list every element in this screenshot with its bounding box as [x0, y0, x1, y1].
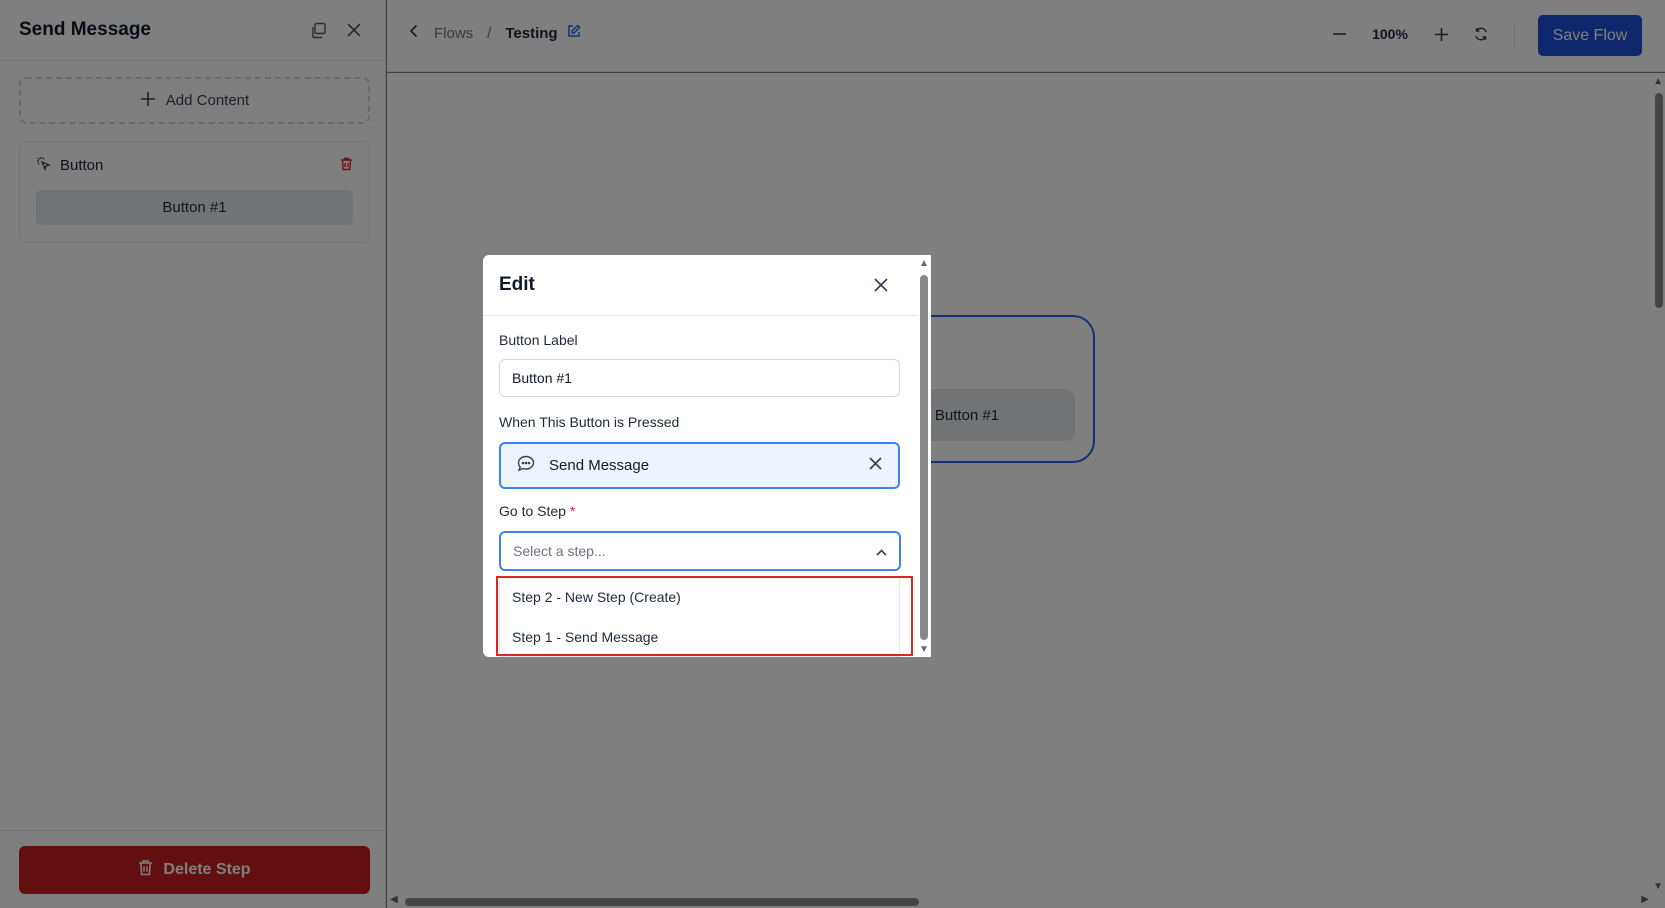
modal-scroll-thumb[interactable]: [920, 275, 928, 640]
button-label-label: Button Label: [499, 332, 578, 348]
go-to-step-label: Go to Step *: [499, 503, 575, 519]
scroll-up-icon[interactable]: ▲: [919, 259, 929, 269]
dropdown-highlight-box: [496, 576, 913, 656]
modal-title: Edit: [499, 274, 535, 295]
scroll-down-icon[interactable]: ▼: [919, 645, 929, 655]
modal-scrollbar[interactable]: ▲ ▼: [917, 255, 931, 657]
required-marker: *: [569, 503, 576, 519]
button-action-selector[interactable]: Send Message: [499, 442, 900, 489]
chevron-up-icon: [876, 543, 887, 559]
when-pressed-label: When This Button is Pressed: [499, 414, 680, 430]
chat-bubble-icon: [517, 455, 535, 476]
button-label-input[interactable]: [499, 359, 900, 397]
go-to-step-label-text: Go to Step: [499, 503, 566, 519]
modal-header: Edit: [483, 255, 931, 316]
clear-action-icon[interactable]: [869, 457, 882, 474]
close-icon[interactable]: [869, 273, 893, 297]
go-to-step-placeholder: Select a step...: [513, 543, 606, 559]
button-action-value: Send Message: [549, 457, 650, 474]
go-to-step-select[interactable]: Select a step...: [499, 531, 901, 571]
